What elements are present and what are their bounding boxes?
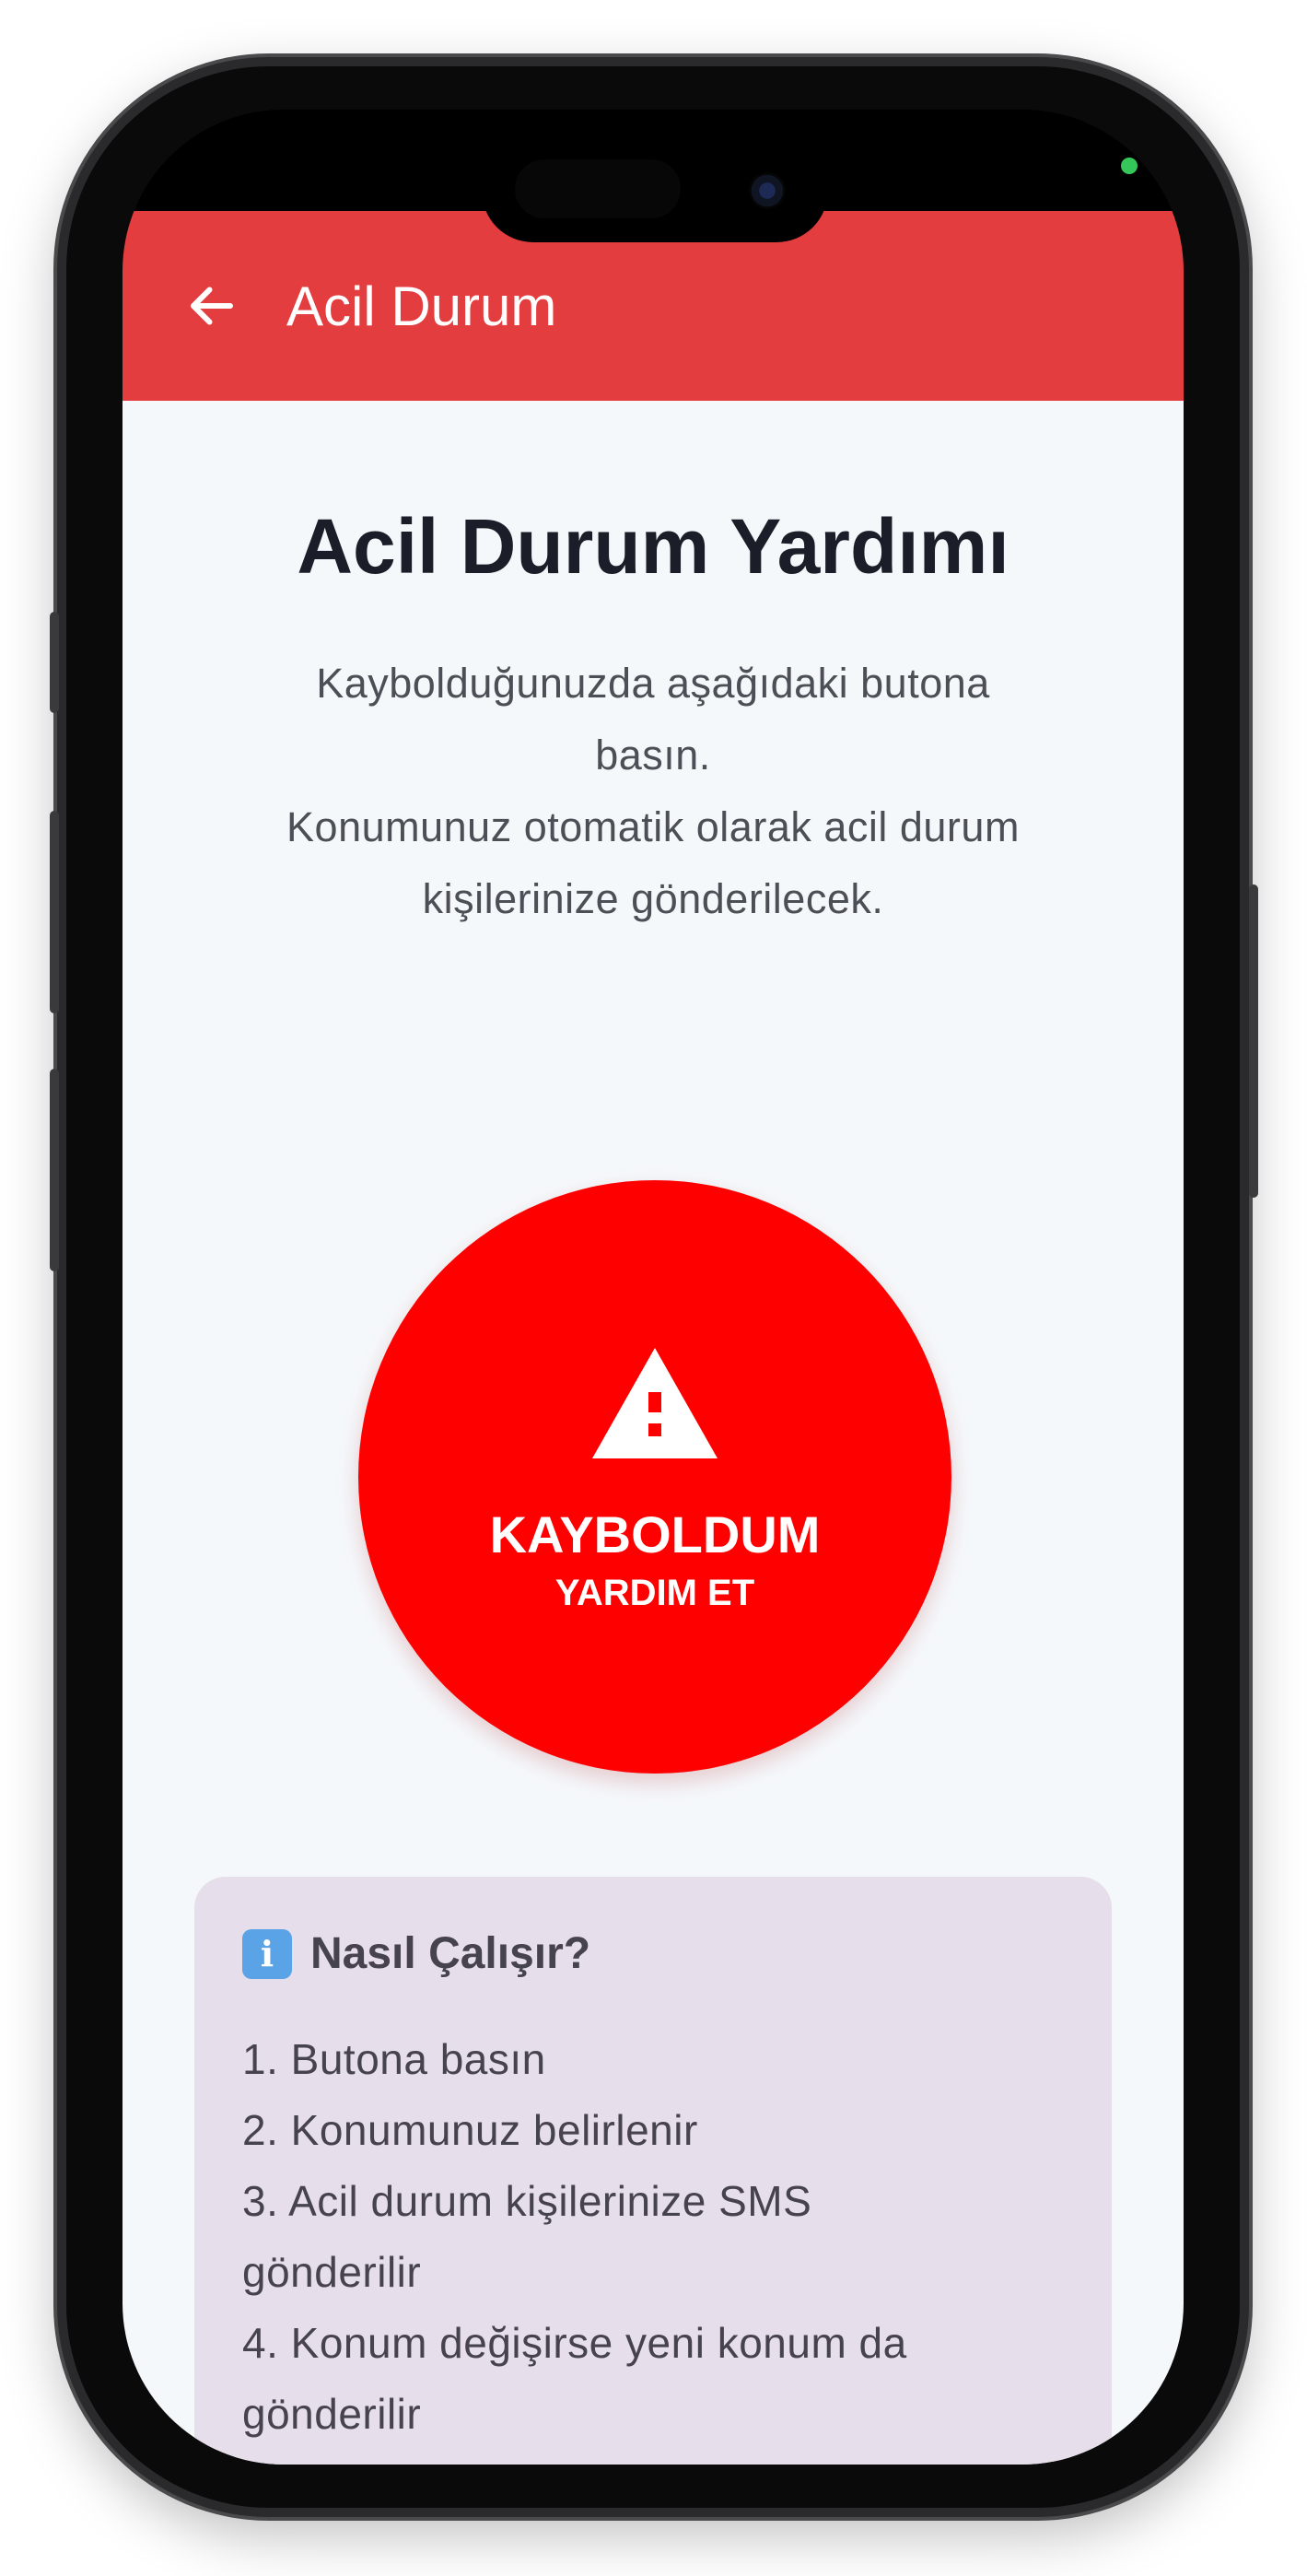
info-card-header: i Nasıl Çalışır? bbox=[242, 1928, 590, 1979]
steps-list: 1. Butona basın 2. Konumunuz belirlenir … bbox=[242, 2024, 1071, 2450]
info-card: i Nasıl Çalışır? 1. Butona basın 2. Konu… bbox=[194, 1877, 1112, 2465]
description-line: Kaybolduğunuzda aşağıdaki butona bbox=[316, 660, 990, 707]
list-item: 4. Konum değişirse yeni konum da bbox=[242, 2319, 907, 2367]
main-content: Acil Durum Yardımı Kaybolduğunuzda aşağı… bbox=[123, 401, 1184, 2465]
description: Kaybolduğunuzda aşağıdaki butona basın. … bbox=[205, 648, 1101, 935]
sos-button-sublabel: YARDIM ET bbox=[554, 1573, 755, 1613]
sos-button-label: KAYBOLDUM bbox=[489, 1505, 821, 1563]
info-icon: i bbox=[242, 1928, 292, 1979]
camera-indicator-dot bbox=[1121, 158, 1138, 174]
page-title: Acil Durum Yardımı bbox=[297, 503, 1009, 590]
dynamic-island bbox=[482, 139, 828, 242]
info-card-title: Nasıl Çalışır? bbox=[310, 1929, 591, 1978]
screen: Acil Durum Acil Durum Yardımı Kaybolduğu… bbox=[123, 110, 1184, 2465]
list-item: gönderilir bbox=[242, 2390, 422, 2438]
power-button bbox=[1249, 884, 1258, 1198]
list-item: 2. Konumunuz belirlenir bbox=[242, 2106, 698, 2154]
description-line: basın. bbox=[595, 732, 711, 779]
front-camera-icon bbox=[749, 172, 786, 209]
action-button bbox=[50, 612, 59, 713]
list-item: gönderilir bbox=[242, 2248, 422, 2296]
volume-up-button bbox=[50, 811, 59, 1013]
warning-icon bbox=[592, 1348, 718, 1458]
arrow-left-icon bbox=[191, 287, 233, 325]
volume-down-button bbox=[50, 1069, 59, 1271]
app-bar-title: Acil Durum bbox=[286, 275, 557, 337]
back-button[interactable] bbox=[170, 264, 253, 347]
description-line: kişilerinize gönderilecek. bbox=[422, 875, 884, 922]
list-item: 1. Butona basın bbox=[242, 2035, 546, 2083]
description-line: Konumunuz otomatik olarak acil durum bbox=[286, 803, 1020, 850]
list-item: 3. Acil durum kişilerinize SMS bbox=[242, 2177, 812, 2225]
sos-button[interactable]: KAYBOLDUM YARDIM ET bbox=[358, 1180, 951, 1774]
island-sensor bbox=[515, 159, 681, 218]
